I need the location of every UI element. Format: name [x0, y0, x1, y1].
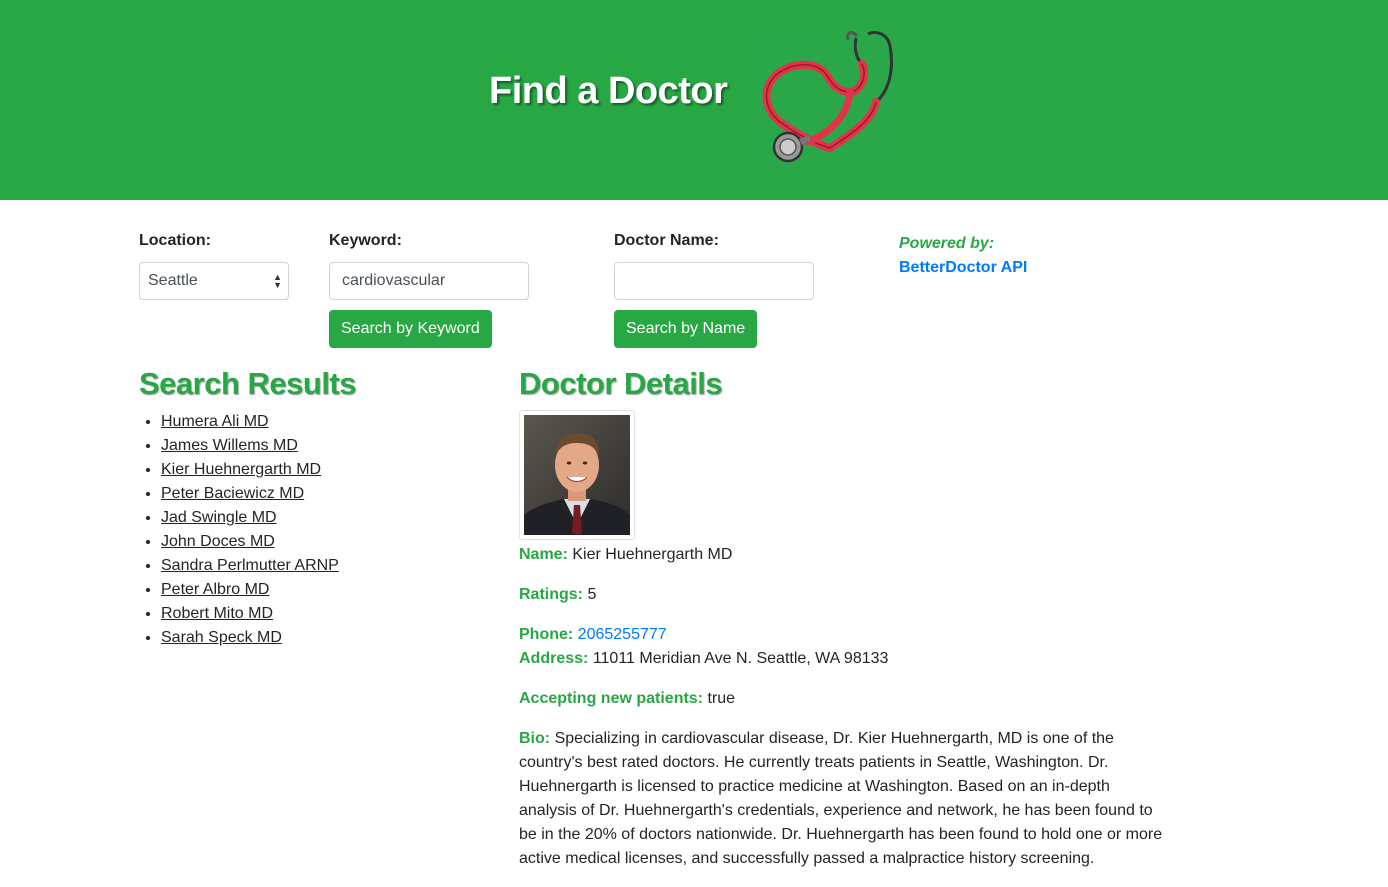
select-arrows-icon: ▲ ▼: [273, 272, 282, 290]
powered-by-label: Powered by:: [899, 235, 995, 252]
page-header: Find a Doctor: [0, 0, 1388, 200]
search-results-list: Humera Ali MD James Willems MD Kier Hueh…: [139, 410, 339, 650]
accepting-label: Accepting new patients:: [519, 690, 704, 707]
list-item: Kier Huehnergarth MD: [161, 458, 339, 482]
doctor-photo-image: [524, 415, 630, 535]
phone-link[interactable]: 2065255777: [578, 626, 667, 643]
list-item: John Doces MD: [161, 530, 339, 554]
keyword-input[interactable]: [329, 262, 529, 300]
list-item: James Willems MD: [161, 434, 339, 458]
list-item: Humera Ali MD: [161, 410, 339, 434]
doctor-name: Kier Huehnergarth MD: [572, 546, 733, 563]
doctor-link[interactable]: Kier Huehnergarth MD: [161, 461, 321, 478]
doctor-photo: [519, 410, 635, 540]
doctor-bio: Specializing in cardiovascular disease, …: [519, 730, 1163, 867]
doctor-link[interactable]: Robert Mito MD: [161, 605, 273, 622]
doctor-name-label: Doctor Name:: [614, 232, 719, 249]
doctor-link[interactable]: Jad Swingle MD: [161, 509, 277, 526]
doctor-name-input[interactable]: [614, 262, 814, 300]
list-item: Robert Mito MD: [161, 602, 339, 626]
list-item: Sarah Speck MD: [161, 626, 339, 650]
search-by-name-button[interactable]: Search by Name: [614, 310, 758, 348]
doctor-address: 11011 Meridian Ave N. Seattle, WA 98133: [592, 650, 889, 667]
accepting-value: true: [707, 690, 736, 707]
list-item: Peter Baciewicz MD: [161, 482, 339, 506]
location-label: Location:: [139, 232, 211, 249]
doctor-link[interactable]: Humera Ali MD: [161, 413, 269, 430]
location-select-value: Seattle: [148, 272, 198, 289]
doctor-details: Name: Kier Huehnergarth MD Ratings: 5 Ph…: [519, 543, 1164, 887]
betterdoctor-api-link[interactable]: BetterDoctor API: [899, 259, 1027, 276]
list-item: Sandra Perlmutter ARNP: [161, 554, 339, 578]
doctor-ratings: 5: [587, 586, 597, 603]
list-item: Peter Albro MD: [161, 578, 339, 602]
address-label: Address:: [519, 650, 589, 667]
doctor-link[interactable]: Peter Baciewicz MD: [161, 485, 304, 502]
bio-label: Bio:: [519, 730, 551, 747]
ratings-label: Ratings:: [519, 586, 583, 603]
name-label: Name:: [519, 546, 568, 563]
doctor-link[interactable]: James Willems MD: [161, 437, 298, 454]
stethoscope-heart-icon: [756, 28, 901, 168]
page-title: Find a Doctor: [489, 70, 728, 112]
doctor-details-heading: Doctor Details: [519, 366, 723, 401]
list-item: Jad Swingle MD: [161, 506, 339, 530]
doctor-link[interactable]: Peter Albro MD: [161, 581, 269, 598]
search-by-keyword-button[interactable]: Search by Keyword: [329, 310, 492, 348]
search-results-heading: Search Results: [139, 366, 357, 401]
keyword-label: Keyword:: [329, 232, 402, 249]
doctor-link[interactable]: John Doces MD: [161, 533, 275, 550]
location-select[interactable]: Seattle ▲ ▼: [139, 262, 289, 300]
phone-label: Phone:: [519, 626, 574, 643]
powered-by: Powered by: BetterDoctor API: [899, 232, 1027, 280]
doctor-link[interactable]: Sarah Speck MD: [161, 629, 282, 646]
doctor-link[interactable]: Sandra Perlmutter ARNP: [161, 557, 339, 574]
